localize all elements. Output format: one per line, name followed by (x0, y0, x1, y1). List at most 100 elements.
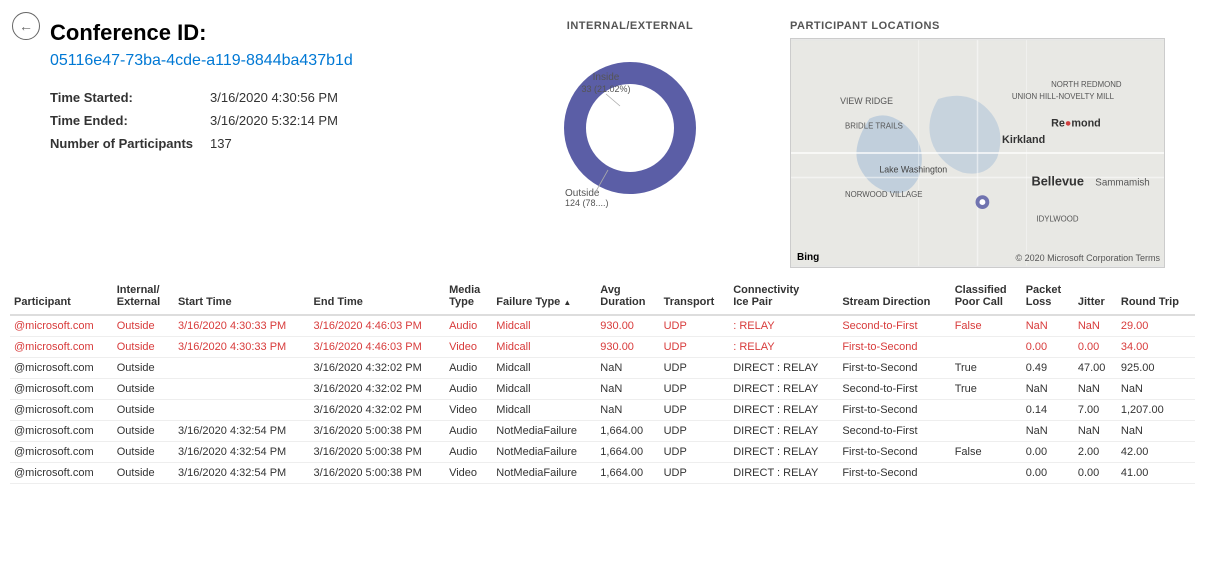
participants-value: 137 (210, 136, 470, 151)
table-cell: NaN (1022, 315, 1074, 337)
table-cell: 0.00 (1022, 463, 1074, 484)
table-cell: NaN (1074, 421, 1117, 442)
table-cell: False (951, 442, 1022, 463)
table-cell: Video (445, 400, 492, 421)
table-cell: 930.00 (596, 337, 659, 358)
table-cell: First-to-Second (838, 337, 950, 358)
table-cell: DIRECT : RELAY (729, 400, 838, 421)
donut-chart-svg: Inside 33 (21.02%) Outside 124 (78....) (550, 38, 710, 208)
table-cell: UDP (660, 358, 730, 379)
svg-text:Lake Washington: Lake Washington (879, 165, 947, 175)
table-cell: False (951, 315, 1022, 337)
back-button[interactable]: ← (12, 12, 40, 40)
col-packet-loss[interactable]: PacketLoss (1022, 278, 1074, 315)
table-cell: True (951, 379, 1022, 400)
table-cell: 0.00 (1022, 337, 1074, 358)
table-section: Participant Internal/External Start Time… (0, 278, 1205, 484)
table-cell: Outside (113, 315, 174, 337)
svg-text:124 (78....): 124 (78....) (565, 198, 609, 208)
table-cell: DIRECT : RELAY (729, 379, 838, 400)
map-placeholder: Kirkland Re●mond Bellevue Sammamish VIEW… (790, 38, 1165, 268)
table-cell: First-to-Second (838, 400, 950, 421)
table-cell (951, 400, 1022, 421)
table-cell: NaN (596, 379, 659, 400)
table-cell: 3/16/2020 4:32:54 PM (174, 463, 310, 484)
svg-text:Kirkland: Kirkland (1002, 134, 1045, 146)
table-cell: NaN (596, 400, 659, 421)
table-cell: 930.00 (596, 315, 659, 337)
table-cell: 3/16/2020 4:30:33 PM (174, 315, 310, 337)
conference-id-label: Conference ID: (50, 20, 470, 46)
svg-text:Bellevue: Bellevue (1031, 173, 1083, 188)
table-cell: NaN (1117, 421, 1195, 442)
table-cell: 3/16/2020 5:00:38 PM (310, 442, 446, 463)
table-cell: Audio (445, 442, 492, 463)
svg-text:VIEW RIDGE: VIEW RIDGE (840, 96, 893, 106)
table-cell (174, 400, 310, 421)
col-end-time[interactable]: End Time (310, 278, 446, 315)
svg-text:BRIDLE TRAILS: BRIDLE TRAILS (845, 121, 903, 130)
table-cell: @microsoft.com (10, 315, 113, 337)
table-cell: Midcall (492, 315, 596, 337)
table-row: @microsoft.comOutside3/16/2020 4:32:02 P… (10, 379, 1195, 400)
table-cell: Outside (113, 463, 174, 484)
table-cell: Audio (445, 358, 492, 379)
table-cell: UDP (660, 400, 730, 421)
table-row: @microsoft.comOutside3/16/2020 4:30:33 P… (10, 315, 1195, 337)
col-failure-type[interactable]: Failure Type ▲ (492, 278, 596, 315)
table-cell: 3/16/2020 4:46:03 PM (310, 315, 446, 337)
conference-id-value: 05116e47-73ba-4cde-a119-8844ba437b1d (50, 52, 470, 70)
table-cell: Audio (445, 315, 492, 337)
col-stream-direction[interactable]: Stream Direction (838, 278, 950, 315)
table-cell: 3/16/2020 4:30:33 PM (174, 337, 310, 358)
donut-chart-section: INTERNAL/EXTERNAL Inside 33 (21.02%) Out… (470, 20, 790, 268)
table-row: @microsoft.comOutside3/16/2020 4:32:54 P… (10, 442, 1195, 463)
table-cell: NaN (596, 358, 659, 379)
table-cell: 0.00 (1074, 463, 1117, 484)
table-cell: Video (445, 463, 492, 484)
table-cell: @microsoft.com (10, 400, 113, 421)
col-round-trip[interactable]: Round Trip (1117, 278, 1195, 315)
table-cell: UDP (660, 463, 730, 484)
table-cell: @microsoft.com (10, 463, 113, 484)
table-cell: 0.49 (1022, 358, 1074, 379)
table-cell: NaN (1074, 379, 1117, 400)
table-cell: First-to-Second (838, 463, 950, 484)
table-cell: DIRECT : RELAY (729, 463, 838, 484)
col-jitter[interactable]: Jitter (1074, 278, 1117, 315)
svg-text:Inside: Inside (593, 72, 620, 83)
table-cell: 3/16/2020 4:32:54 PM (174, 421, 310, 442)
table-cell: 47.00 (1074, 358, 1117, 379)
col-media-type[interactable]: MediaType (445, 278, 492, 315)
col-ice-pair[interactable]: ConnectivityIce Pair (729, 278, 838, 315)
table-cell: NotMediaFailure (492, 442, 596, 463)
table-cell: True (951, 358, 1022, 379)
col-avg-duration[interactable]: AvgDuration (596, 278, 659, 315)
table-row: @microsoft.comOutside3/16/2020 4:30:33 P… (10, 337, 1195, 358)
svg-text:33 (21.02%): 33 (21.02%) (581, 84, 630, 94)
map-title: PARTICIPANT LOCATIONS (790, 20, 1165, 32)
table-cell: Midcall (492, 400, 596, 421)
table-cell: Audio (445, 379, 492, 400)
col-classified-poor[interactable]: ClassifiedPoor Call (951, 278, 1022, 315)
table-cell: @microsoft.com (10, 337, 113, 358)
bing-badge: Bing (797, 252, 819, 263)
table-cell: 34.00 (1117, 337, 1195, 358)
table-cell: Midcall (492, 358, 596, 379)
table-cell: @microsoft.com (10, 358, 113, 379)
table-cell: 42.00 (1117, 442, 1195, 463)
col-internal-external[interactable]: Internal/External (113, 278, 174, 315)
table-cell: Outside (113, 421, 174, 442)
col-start-time[interactable]: Start Time (174, 278, 310, 315)
svg-text:IDYLWOOD: IDYLWOOD (1036, 215, 1078, 224)
col-participant[interactable]: Participant (10, 278, 113, 315)
col-transport[interactable]: Transport (660, 278, 730, 315)
donut-chart-title: INTERNAL/EXTERNAL (470, 20, 790, 32)
table-cell: 3/16/2020 5:00:38 PM (310, 421, 446, 442)
table-row: @microsoft.comOutside3/16/2020 4:32:54 P… (10, 421, 1195, 442)
svg-text:NORWOOD VILLAGE: NORWOOD VILLAGE (845, 190, 922, 199)
table-cell: 3/16/2020 5:00:38 PM (310, 463, 446, 484)
table-cell: 3/16/2020 4:32:02 PM (310, 400, 446, 421)
table-cell: First-to-Second (838, 442, 950, 463)
table-cell: First-to-Second (838, 358, 950, 379)
